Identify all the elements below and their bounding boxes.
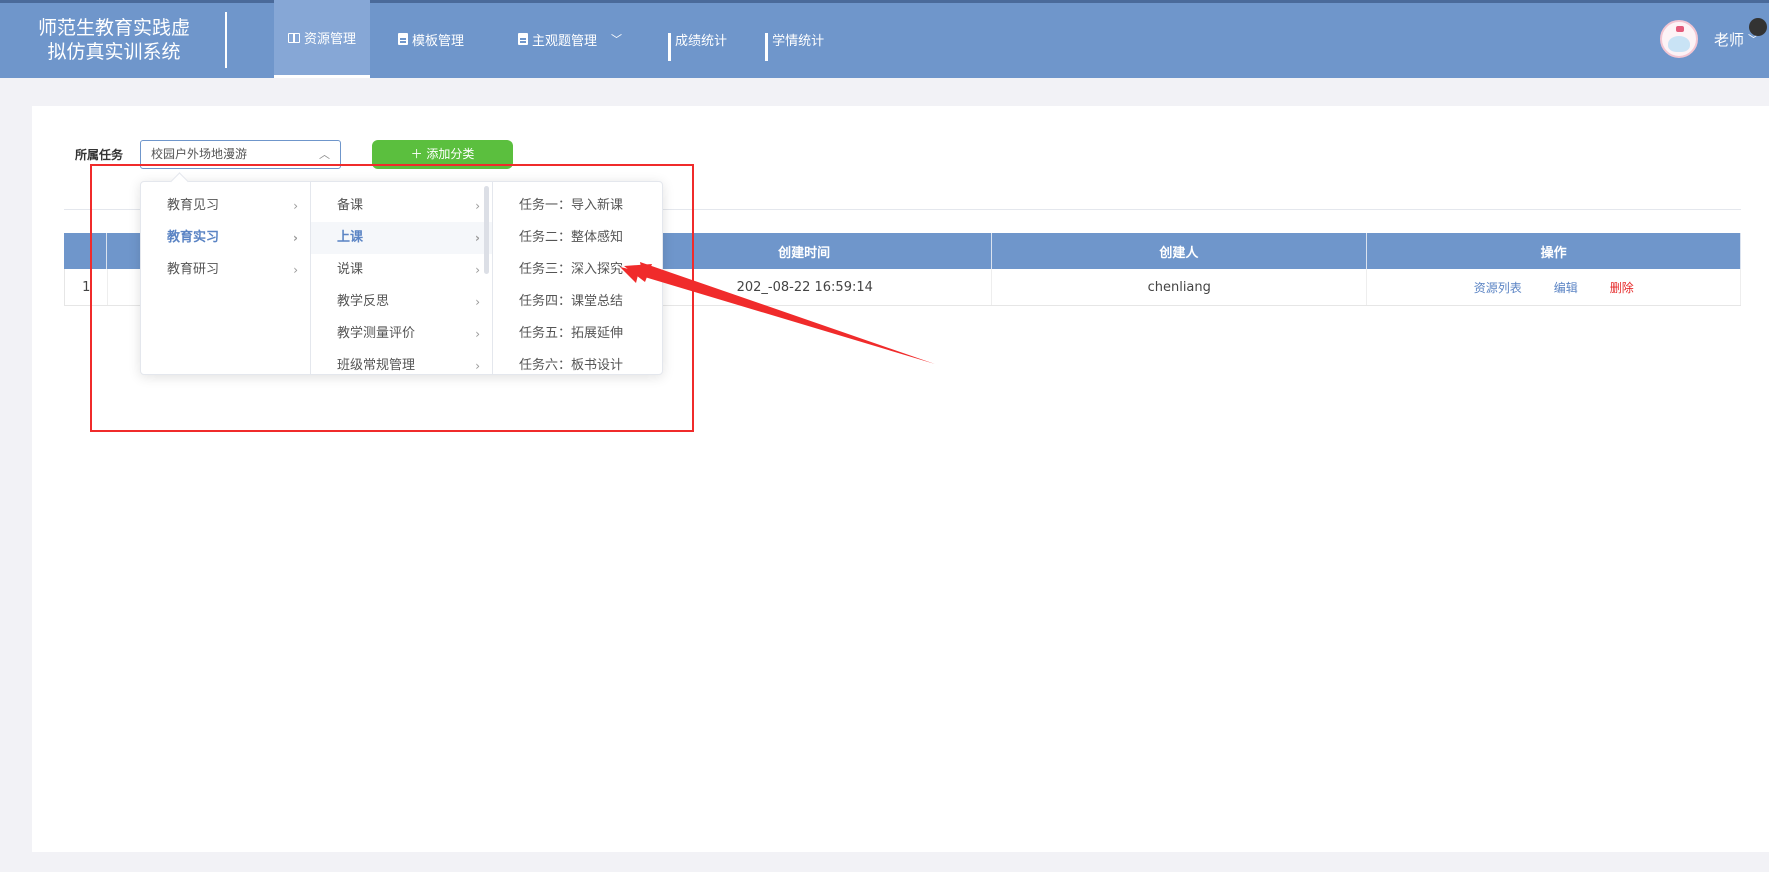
row-actions: 资源列表 编辑 删除 — [1367, 269, 1741, 305]
chevron-down-icon: ﹀ — [611, 33, 623, 46]
book-icon — [288, 32, 300, 43]
nav-item-template-management[interactable]: 模板管理 — [384, 0, 478, 78]
nav-item-subjective-question-management[interactable]: 主观题管理 ﹀ — [504, 0, 636, 78]
column-header-creator: 创建人 — [992, 233, 1368, 269]
nav-item-label: 成绩统计 — [675, 33, 728, 49]
delete-link[interactable]: 删除 — [1610, 279, 1634, 296]
top-navigation-bar: 师范生教育实践虚 拟仿真实训系统 资源管理 模板管理 主观题管理 ﹀ 成绩统计 … — [0, 0, 1769, 78]
document-icon — [398, 33, 409, 45]
top-strip — [0, 0, 1769, 3]
nav-item-label: 资源管理 — [304, 32, 357, 47]
plus-icon: ＋ — [410, 147, 423, 161]
nav-item-score-statistics[interactable]: 成绩统计 — [654, 0, 741, 78]
nav-item-learning-statistics[interactable]: 学情统计 — [751, 0, 838, 78]
document-icon — [518, 33, 529, 45]
notification-dot — [1749, 18, 1767, 36]
nav-item-label: 模板管理 — [412, 33, 465, 49]
task-select-value: 校园户外场地漫游 — [151, 147, 248, 161]
brand-divider — [225, 12, 227, 68]
annotation-highlight-box — [90, 164, 694, 432]
task-filter-label: 所属任务 — [75, 148, 124, 162]
app-title-line-1: 师范生教育实践虚 — [37, 17, 190, 39]
app-title-line-2: 拟仿真实训系统 — [47, 41, 181, 63]
column-header-actions: 操作 — [1367, 233, 1741, 269]
app-title: 师范生教育实践虚 拟仿真实训系统 — [24, 16, 204, 64]
bar-chart-icon — [668, 33, 672, 61]
add-category-label: 添加分类 — [426, 147, 475, 161]
user-menu[interactable]: 老师 ﹀ — [1659, 18, 1767, 58]
user-name: 老师 — [1713, 30, 1744, 49]
nav-item-label: 主观题管理 — [532, 33, 598, 49]
main-nav: 资源管理 模板管理 主观题管理 ﹀ 成绩统计 学情统计 — [274, 0, 838, 78]
nav-item-label: 学情统计 — [772, 33, 825, 49]
avatar[interactable] — [1659, 20, 1698, 58]
resource-list-link[interactable]: 资源列表 — [1474, 279, 1522, 296]
edit-link[interactable]: 编辑 — [1554, 279, 1578, 296]
nav-item-resource-management[interactable]: 资源管理 — [274, 0, 371, 78]
row-creator: chenliang — [992, 269, 1368, 305]
bar-chart-icon — [765, 33, 769, 61]
